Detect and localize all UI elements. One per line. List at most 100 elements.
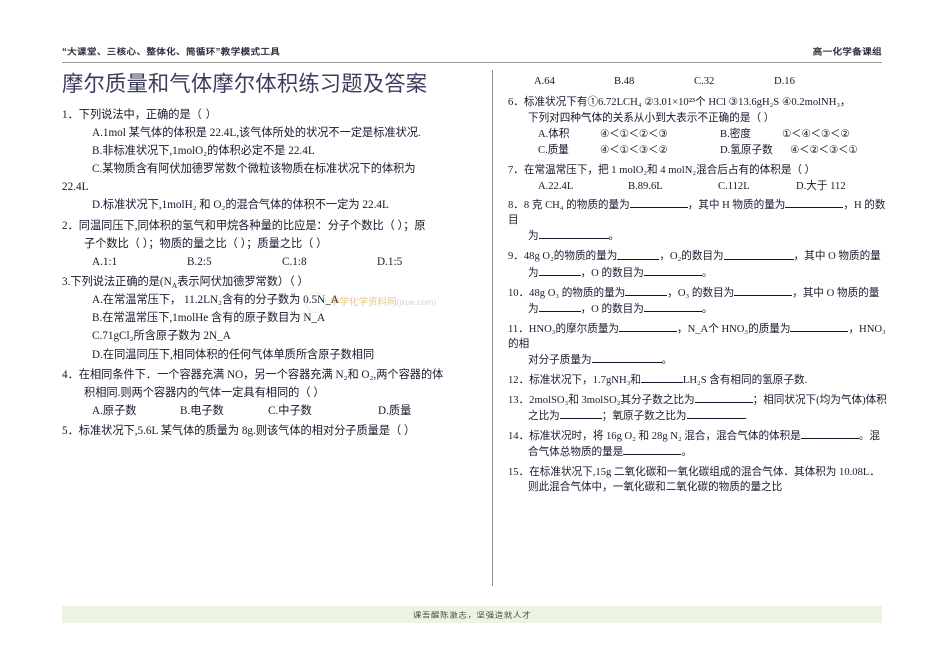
question-10-blank-2[interactable] bbox=[734, 285, 793, 296]
question-4-choices: A.原子数 B.电子数 C.中子数 D.质量 bbox=[62, 402, 474, 420]
question-3-option-d: D.在同温同压下,相同体积的任何气体单质所含原子数相同 bbox=[92, 348, 375, 361]
question-3-option-c: C.71gCl₂所含原子数为 2N_A bbox=[92, 330, 231, 343]
question-5-choice-a: A.64 bbox=[534, 76, 555, 87]
question-10-blank-1[interactable] bbox=[625, 285, 668, 296]
question-9-line-2: 为，O 的数目为。 bbox=[508, 265, 888, 281]
question-8-blank-1[interactable] bbox=[629, 197, 688, 209]
question-8-line-2: 为。 bbox=[508, 228, 888, 244]
question-15: 15．在标准状况下,15g 二氧化碳和一氧化碳组成的混合气体．其体积为 10.0… bbox=[508, 465, 888, 495]
question-14-blank-2[interactable] bbox=[623, 444, 682, 456]
question-4-choice-c: C.中子数 bbox=[268, 404, 312, 417]
question-6-option-a-label: A.体积 bbox=[538, 128, 570, 140]
question-7-choice-a: A.22.4L bbox=[538, 181, 574, 193]
question-12-blank-1[interactable] bbox=[640, 372, 683, 384]
question-5: 5．标准状况下,5.6L 某气体的质量为 8g.则该气体的相对分子质量是（ ） bbox=[62, 422, 474, 440]
question-10-blank-3[interactable] bbox=[538, 301, 581, 312]
question-10-line-1: 10．48g O₃ 的物质的量为 ，O₃ 的数目为 ，其中 O 物质的量 bbox=[508, 285, 888, 301]
question-9-blank-3[interactable] bbox=[538, 265, 581, 276]
question-4: 4．在相同条件下．一个容器充满 NO，另一个容器充满 N₂和 O₂,两个容器的体… bbox=[62, 366, 474, 420]
question-4-choice-d: D.质量 bbox=[378, 404, 412, 417]
document-body: 摩尔质量和气体摩尔体积练习题及答案 1．下列说法中，正确的是（ ） A.1mol… bbox=[62, 68, 887, 590]
question-6-option-b-value: ①＜④＜③＜② bbox=[782, 128, 850, 140]
question-6-row-cd: C.质量 ④＜①＜③＜② D.氢原子数 ④＜②＜③＜① bbox=[508, 143, 888, 159]
question-5-choices-continued: A.64 B.48 C.32 D.16 bbox=[508, 74, 888, 90]
question-8: 8．8 克 CH₄ 的物质的量为 ，其中 H 物质的量为 ，H 的数目 为。 bbox=[508, 197, 888, 244]
question-1-option-a: A.1mol 某气体的体积是 22.4L,该气体所处的状况不一定是标准状况. bbox=[92, 126, 421, 139]
question-15-line-1: 15．在标准状况下,15g 二氧化碳和一氧化碳组成的混合气体．其体积为 10.0… bbox=[508, 466, 880, 478]
question-12: 12．标准状况下，1.7gNH₃和 LH₂S 含有相同的氢原子数. bbox=[508, 372, 888, 388]
question-13: 13．2molSO₃和 3molSO₂其分子数之比为 ；相同状况下(均为气体)体积… bbox=[508, 392, 888, 424]
question-9-line-1: 9．48g O₂的物质的量为 ，O₂的数目为 ，其中 O 物质的量 bbox=[508, 248, 888, 264]
question-11-line-2: 对分子质量为。 bbox=[508, 352, 888, 368]
question-2-choice-d: D.1:5 bbox=[377, 255, 403, 268]
question-7: 7．在常温常压下，把 1 molO₂和 4 molN₂混合后占有的体积是（ ） … bbox=[508, 163, 888, 195]
question-13-blank-2[interactable] bbox=[559, 408, 602, 420]
question-9-blank-2[interactable] bbox=[723, 248, 794, 260]
question-8-blank-3[interactable] bbox=[538, 228, 609, 240]
question-12-line-1: 12．标准状况下，1.7gNH₃和 LH₂S 含有相同的氢原子数. bbox=[508, 372, 888, 388]
question-5-stem: 5．标准状况下,5.6L 某气体的质量为 8g.则该气体的相对分子质量是（ ） bbox=[62, 425, 416, 438]
question-2-choice-c: C.1:8 bbox=[282, 255, 307, 268]
question-6: 6．标准状况下有①6.72LCH₄ ②3.01×10²³个 HCl ③13.6g… bbox=[508, 95, 888, 159]
document-page: “大课堂、三核心、整体化、简循环”教学模式工具 高一化学备课组 摩尔质量和气体摩… bbox=[0, 0, 945, 655]
question-3-option-b: B.在常温常压下,1molHe 含有的原子数目为 N_A bbox=[92, 312, 326, 325]
column-divider bbox=[492, 70, 493, 586]
question-1: 1．下列说法中，正确的是（ ） A.1mol 某气体的体积是 22.4L,该气体… bbox=[62, 106, 474, 215]
question-1-option-c-wrap: 22.4L bbox=[62, 181, 89, 194]
header-right-text: 高一化学备课组 bbox=[812, 47, 882, 58]
question-13-blank-1[interactable] bbox=[694, 392, 753, 404]
question-9: 9．48g O₂的物质的量为 ，O₂的数目为 ，其中 O 物质的量 为，O 的数目为… bbox=[508, 248, 888, 280]
question-6-line-2: 下列对四种气体的关系从小到大表示不正确的是（ ） bbox=[528, 112, 775, 124]
question-5-choices: A.64 B.48 C.32 D.16 bbox=[508, 74, 888, 90]
question-10: 10．48g O₃ 的物质的量为 ，O₃ 的数目为 ，其中 O 物质的量 为，O 的… bbox=[508, 285, 888, 317]
question-2: 2．同温同压下,同体积的氢气和甲烷各种量的比应是：分子个数比（ ）；原 子个数比… bbox=[62, 217, 474, 271]
question-7-choice-b: B.89.6L bbox=[628, 181, 663, 193]
question-7-stem: 7．在常温常压下，把 1 molO₂和 4 molN₂混合后占有的体积是（ ） bbox=[508, 165, 816, 177]
question-14-blank-1[interactable] bbox=[800, 428, 859, 440]
question-2-choice-a: A.1:1 bbox=[92, 255, 118, 268]
question-6-option-c-value: ④＜①＜③＜② bbox=[600, 144, 668, 156]
question-3-option-a: A.在常温常压下， 11.2LN₂含有的分子数为 0.5N_A bbox=[92, 294, 339, 307]
question-11-blank-3[interactable] bbox=[591, 352, 662, 364]
question-6-row-ab: A.体积 ④＜①＜②＜③ B.密度 ①＜④＜③＜② bbox=[508, 127, 888, 143]
question-11-blank-1[interactable] bbox=[619, 321, 678, 332]
question-7-choices: A.22.4L B.89.6L C.112L D.大于 112 bbox=[508, 179, 888, 195]
question-8-line-1: 8．8 克 CH₄ 的物质的量为 ，其中 H 物质的量为 ，H 的数目 bbox=[508, 197, 888, 228]
question-2-line-2: 子个数比（ ）；物质的量之比（ ）；质量之比（ ） bbox=[84, 237, 328, 250]
question-10-line-2: 为，O 的数目为。 bbox=[508, 301, 888, 317]
question-1-option-c: C.某物质含有阿伏加德罗常数个微粒该物质在标准状况下的体积为 bbox=[92, 163, 416, 176]
question-6-option-b-label: B.密度 bbox=[720, 128, 751, 140]
left-column: 摩尔质量和气体摩尔体积练习题及答案 1．下列说法中，正确的是（ ） A.1mol… bbox=[62, 68, 474, 442]
question-4-choice-a: A.原子数 bbox=[92, 404, 137, 417]
question-6-option-d-label: D.氢原子数 bbox=[720, 144, 773, 156]
question-8-blank-2[interactable] bbox=[785, 197, 844, 209]
question-2-choices: A.1:1 B.2:5 C.1:8 D.1:5 bbox=[62, 253, 474, 271]
question-5-choice-d: D.16 bbox=[774, 76, 795, 87]
question-11-line-1: 11．HNO₃的摩尔质量为 ，N_A个 HNO₃的质量为 ，HNO₃的相 bbox=[508, 321, 888, 352]
question-13-blank-3[interactable] bbox=[686, 408, 745, 420]
question-7-choice-d: D.大于 112 bbox=[796, 181, 846, 193]
question-9-blank-4[interactable] bbox=[643, 265, 702, 276]
question-7-choice-c: C.112L bbox=[718, 181, 750, 193]
question-5-choice-b: B.48 bbox=[614, 76, 635, 87]
question-4-line-1: 4．在相同条件下．一个容器充满 NO，另一个容器充满 N₂和 O₂,两个容器的体 bbox=[62, 368, 444, 381]
question-11-blank-2[interactable] bbox=[790, 321, 849, 332]
question-14-line-2: 合气体总物质的量是。 bbox=[508, 444, 888, 460]
question-6-option-c-label: C.质量 bbox=[538, 144, 569, 156]
footer-text: 课吾醒陈激志，坚强造就人才 bbox=[412, 610, 532, 619]
question-2-line-1: 2．同温同压下,同体积的氢气和甲烷各种量的比应是：分子个数比（ ）；原 bbox=[62, 219, 426, 232]
question-1-stem: 1．下列说法中，正确的是（ ） bbox=[62, 108, 218, 121]
page-title: 摩尔质量和气体摩尔体积练习题及答案 bbox=[62, 72, 428, 96]
question-9-blank-1[interactable] bbox=[617, 248, 660, 260]
question-11: 11．HNO₃的摩尔质量为 ，N_A个 HNO₃的质量为 ，HNO₃的相 对分子质量… bbox=[508, 321, 888, 368]
question-3-stem: 3.下列说法正确的是(NA表示阿伏加德罗常数）（ ） bbox=[62, 275, 309, 291]
right-column: A.64 B.48 C.32 D.16 6．标准状况下有①6.72LCH₄ ②3… bbox=[508, 68, 888, 499]
question-6-line-1: 6．标准状况下有①6.72LCH₄ ②3.01×10²³个 HCl ③13.6g… bbox=[508, 96, 851, 108]
question-10-blank-4[interactable] bbox=[643, 301, 702, 312]
question-1-answer-paren: （ ） bbox=[190, 108, 218, 121]
question-4-line-2: 积相同.则两个容器内的气体一定具有相同的（ ） bbox=[84, 386, 325, 399]
question-6-option-d-value: ④＜②＜③＜① bbox=[790, 144, 858, 156]
question-13-line-1: 13．2molSO₃和 3molSO₂其分子数之比为 ；相同状况下(均为气体)体积 bbox=[508, 392, 888, 408]
question-1-option-d: D.标准状况下,1molH₂ 和 O₂的混合气体的体积不一定为 22.4L bbox=[92, 199, 389, 212]
header-divider-rule bbox=[62, 62, 882, 63]
